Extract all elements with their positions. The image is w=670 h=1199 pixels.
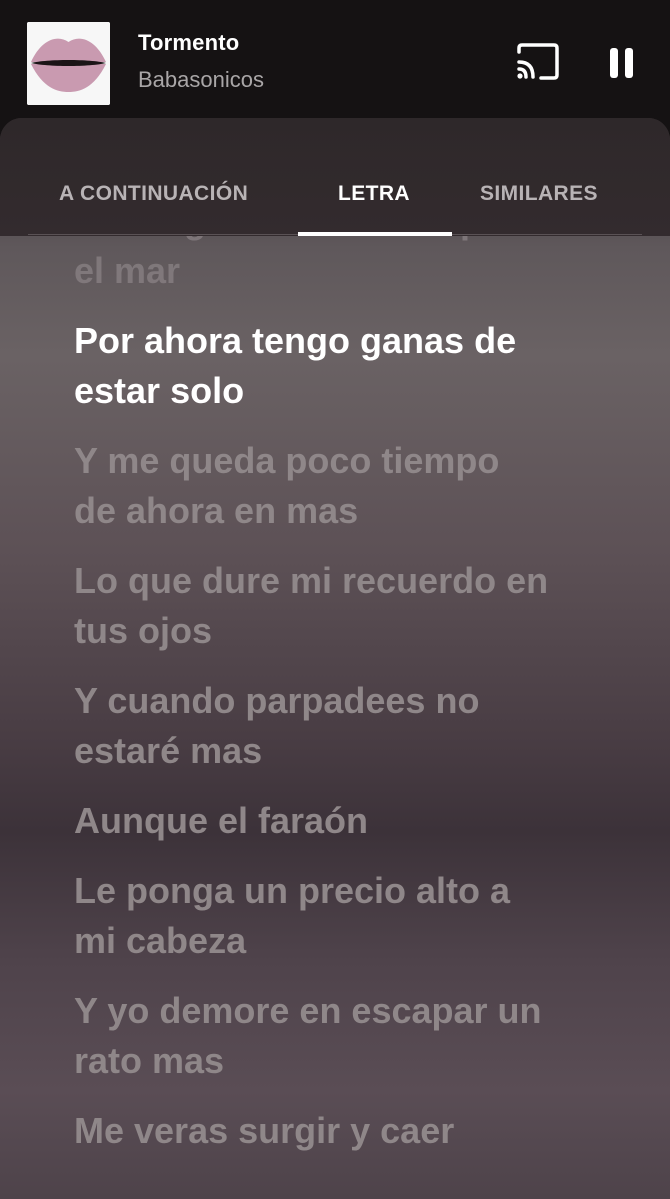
lyrics-sheet[interactable]: naufragio zozobrando por el mar Por ahor… — [0, 118, 670, 1199]
lyric-line[interactable]: Aunque el faraón — [74, 796, 614, 846]
cast-icon — [517, 43, 559, 80]
track-artist[interactable]: Babasonicos — [138, 67, 264, 93]
lyric-line[interactable]: Y me queda poco tiempo de ahora en mas — [74, 436, 614, 536]
album-art[interactable] — [27, 22, 110, 105]
pause-icon — [610, 48, 633, 78]
lyric-line[interactable]: Me veras surgir y caer — [74, 1106, 614, 1156]
tab-active-indicator — [298, 232, 452, 236]
mini-player[interactable]: Tormento Babasonicos — [0, 0, 670, 118]
lyric-line[interactable]: Y cuando parpadees no estaré mas — [74, 676, 614, 776]
track-title[interactable]: Tormento — [138, 30, 239, 56]
lyric-line[interactable]: Le ponga un precio alto a mi cabeza — [74, 866, 614, 966]
lyrics-list[interactable]: naufragio zozobrando por el mar Por ahor… — [74, 200, 614, 1176]
lyric-line[interactable]: Y yo demore en escapar un rato mas — [74, 986, 614, 1086]
lyric-line[interactable]: Lo que dure mi recuerdo en tus ojos — [74, 556, 614, 656]
lyrics-screen: Tormento Babasonicos naufragio zozobrand… — [0, 0, 670, 1199]
tab-lyrics[interactable]: LETRA — [338, 182, 410, 206]
tab-up-next[interactable]: A CONTINUACIÓN — [59, 182, 248, 206]
cast-button[interactable] — [515, 42, 561, 82]
tab-similar[interactable]: SIMILARES — [480, 182, 598, 206]
pause-button[interactable] — [598, 40, 646, 86]
lips-album-art — [27, 22, 110, 105]
lyric-line-active[interactable]: Por ahora tengo ganas de estar solo — [74, 316, 614, 416]
tab-bar: A CONTINUACIÓN LETRA SIMILARES — [0, 118, 670, 236]
